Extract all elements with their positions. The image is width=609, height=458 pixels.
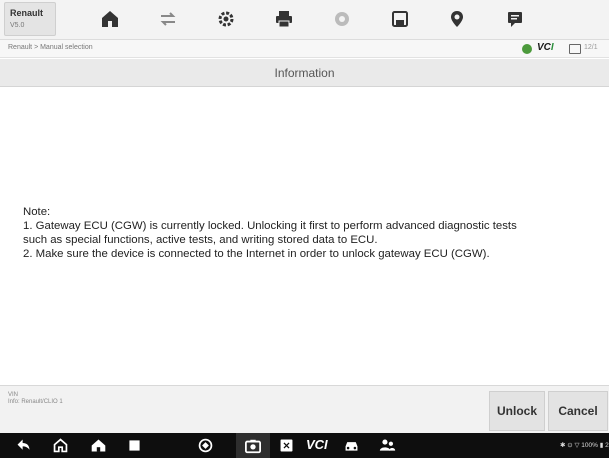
breadcrumb: Renault > Manual selection: [8, 44, 93, 51]
location-button[interactable]: [434, 5, 480, 33]
house-icon: [91, 439, 105, 452]
settings-button[interactable]: [203, 5, 249, 33]
back-arrow-icon: [17, 439, 29, 450]
recent-apps-button[interactable]: [124, 436, 144, 455]
note-block: Note: 1. Gateway ECU (CGW) is currently …: [23, 205, 603, 261]
home-nav-button[interactable]: [50, 436, 70, 455]
brand-version: V5.0: [10, 22, 25, 29]
feedback-button[interactable]: [492, 5, 538, 33]
vehicle-button[interactable]: [341, 436, 361, 455]
print-button[interactable]: [261, 5, 307, 33]
browser-button[interactable]: [195, 436, 215, 455]
car-icon: [345, 442, 357, 451]
note-line: 1. Gateway ECU (CGW) is currently locked…: [23, 220, 517, 232]
vci-nav-label[interactable]: VCI: [306, 437, 328, 452]
location-icon: [451, 11, 463, 27]
feedback-icon: [508, 12, 522, 27]
remote-support-button[interactable]: [377, 436, 397, 455]
browser-icon: [198, 438, 212, 453]
dialog-content: Note: 1. Gateway ECU (CGW) is currently …: [0, 88, 609, 385]
square-icon: [128, 440, 140, 451]
home-outline-icon: [53, 438, 67, 453]
system-status: ✱ ⊙ ▽ 100% ▮ 22:58: [560, 442, 609, 449]
settings-icon: [218, 11, 234, 27]
system-navbar: VCI ✱ ⊙ ▽ 100% ▮ 22:58: [0, 433, 609, 458]
vci-label: VC: [537, 42, 551, 53]
brand-name: Renault: [10, 8, 44, 18]
vin-label: VIN: [8, 392, 19, 398]
date-text: 12/1: [584, 44, 598, 51]
breadcrumb-bar: Renault > Manual selection VCI 12/1: [0, 40, 609, 58]
help-icon: [335, 12, 349, 26]
unlock-button[interactable]: Unlock: [489, 391, 545, 431]
vehicle-swap-icon: [160, 12, 176, 26]
diagnostic-home-button[interactable]: [88, 436, 108, 455]
dialog-title: Information: [0, 59, 609, 87]
save-button[interactable]: [377, 5, 423, 33]
print-icon: [276, 11, 292, 28]
note-line: 2. Make sure the device is connected to …: [23, 248, 490, 260]
vehicle-brand-badge[interactable]: Renault V5.0: [4, 2, 56, 36]
vehicle-swap-button[interactable]: [145, 5, 191, 33]
back-button[interactable]: [13, 436, 33, 455]
cancel-button[interactable]: Cancel: [548, 391, 608, 431]
people-icon: [379, 439, 395, 451]
display-icon: [280, 439, 292, 452]
home-button[interactable]: [87, 5, 133, 33]
note-heading: Note:: [23, 206, 51, 218]
home-icon: [102, 11, 118, 27]
display-button[interactable]: [276, 436, 296, 455]
vehicle-path: Info: Renault/CLIO 1: [8, 399, 63, 405]
screenshot-button[interactable]: [236, 433, 270, 458]
save-icon: [392, 11, 408, 27]
help-button[interactable]: [319, 5, 365, 33]
camera-icon: [245, 439, 261, 453]
note-line: such as special functions, active tests,…: [23, 234, 378, 246]
vci-status-label: VCI: [537, 42, 554, 53]
action-bar: VIN Info: Renault/CLIO 1 Unlock Cancel: [0, 385, 609, 433]
calendar-icon: [569, 44, 581, 54]
vci-label-suffix: I: [550, 42, 554, 53]
top-toolbar: Renault V5.0: [0, 0, 609, 40]
vci-status-icon: [522, 44, 532, 54]
